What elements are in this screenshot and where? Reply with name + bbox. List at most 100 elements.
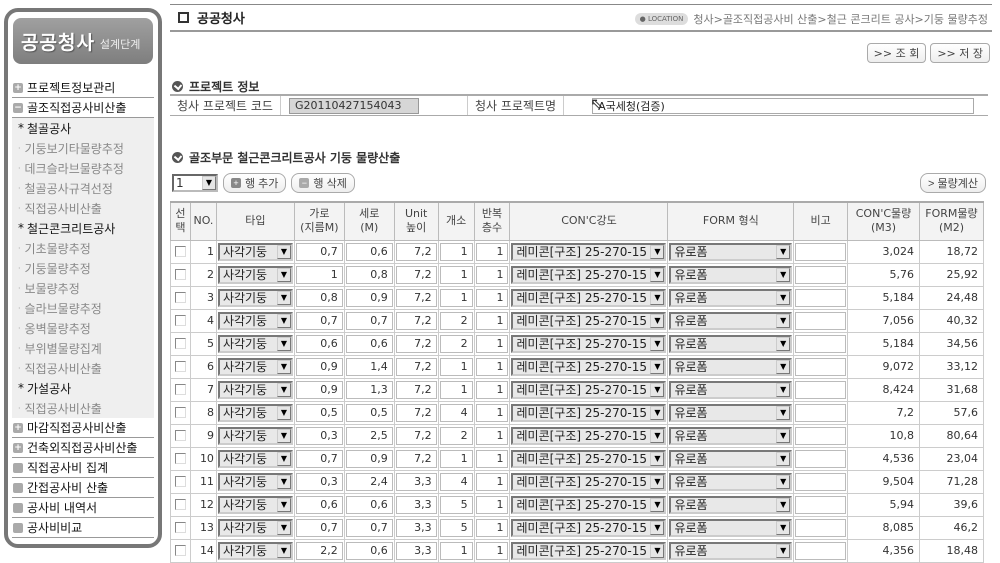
note-input[interactable]	[795, 357, 847, 376]
count-input[interactable]: 1	[439, 288, 473, 307]
form-type-select[interactable]: 유로폼 ▼	[669, 265, 793, 284]
floors-input[interactable]: 1	[475, 380, 509, 399]
floors-input[interactable]: 1	[475, 403, 509, 422]
unit-height-input[interactable]: 3,3	[395, 495, 437, 514]
width-input[interactable]: 1	[295, 265, 343, 284]
width-input[interactable]: 0,7	[295, 518, 343, 537]
form-type-select[interactable]: 유로폼 ▼	[669, 311, 793, 330]
form-type-select[interactable]: 유로폼 ▼	[669, 541, 793, 560]
width-input[interactable]: 0,7	[295, 242, 343, 261]
floors-input[interactable]: 1	[475, 449, 509, 468]
note-input[interactable]	[795, 380, 847, 399]
note-input[interactable]	[795, 426, 847, 445]
note-input[interactable]	[795, 518, 847, 537]
count-input[interactable]: 1	[439, 265, 473, 284]
form-type-select[interactable]: 유로폼 ▼	[669, 472, 793, 491]
form-type-select[interactable]: 유로폼 ▼	[669, 334, 793, 353]
count-input[interactable]: 4	[439, 472, 473, 491]
depth-input[interactable]: 0,5	[345, 403, 393, 422]
floors-input[interactable]: 1	[475, 495, 509, 514]
submenu-group[interactable]: * 철근콘크리트공사	[12, 218, 154, 238]
type-select[interactable]: 사각기둥 ▼	[217, 472, 293, 491]
row-checkbox[interactable]	[174, 338, 186, 349]
sidebar-item[interactable]: 공사비 내역서	[12, 498, 154, 518]
concrete-strength-select[interactable]: 레미콘[구조] 25-270-15 ▼	[511, 403, 667, 422]
count-input[interactable]: 2	[439, 426, 473, 445]
depth-input[interactable]: 0,6	[345, 334, 393, 353]
row-checkbox[interactable]	[174, 384, 186, 395]
note-input[interactable]	[795, 265, 847, 284]
submenu-group[interactable]: * 철골공사	[12, 118, 154, 138]
unit-height-input[interactable]: 7,2	[395, 311, 437, 330]
count-input[interactable]: 1	[439, 449, 473, 468]
unit-height-input[interactable]: 7,2	[395, 380, 437, 399]
floors-input[interactable]: 1	[475, 334, 509, 353]
submenu-item[interactable]: · 기둥물량추정	[12, 258, 154, 278]
sidebar-item[interactable]: + 마감직접공사비산출	[12, 418, 154, 438]
width-input[interactable]: 0,6	[295, 334, 343, 353]
form-type-select[interactable]: 유로폼 ▼	[669, 495, 793, 514]
floors-input[interactable]: 1	[475, 265, 509, 284]
row-checkbox[interactable]	[174, 315, 186, 326]
count-input[interactable]: 2	[439, 334, 473, 353]
submenu-item[interactable]: · 보물량추정	[12, 278, 154, 298]
floors-input[interactable]: 1	[475, 288, 509, 307]
concrete-strength-select[interactable]: 레미콘[구조] 25-270-15 ▼	[511, 426, 667, 445]
form-type-select[interactable]: 유로폼 ▼	[669, 357, 793, 376]
note-input[interactable]	[795, 311, 847, 330]
floors-input[interactable]: 1	[475, 541, 509, 560]
sidebar-item[interactable]: + 건축외직접공사비산출	[12, 438, 154, 458]
floors-input[interactable]: 1	[475, 518, 509, 537]
submenu-item[interactable]: · 데크슬라브물량추정	[12, 158, 154, 178]
type-select[interactable]: 사각기둥 ▼	[217, 541, 293, 560]
unit-height-input[interactable]: 7,2	[395, 334, 437, 353]
submenu-item[interactable]: · 부위별물량집계	[12, 338, 154, 358]
concrete-strength-select[interactable]: 레미콘[구조] 25-270-15 ▼	[511, 518, 667, 537]
count-input[interactable]: 1	[439, 357, 473, 376]
concrete-strength-select[interactable]: 레미콘[구조] 25-270-15 ▼	[511, 380, 667, 399]
concrete-strength-select[interactable]: 레미콘[구조] 25-270-15 ▼	[511, 265, 667, 284]
type-select[interactable]: 사각기둥 ▼	[217, 426, 293, 445]
depth-input[interactable]: 0,8	[345, 265, 393, 284]
submenu-item[interactable]: · 직접공사비산출	[12, 198, 154, 218]
count-input[interactable]: 1	[439, 541, 473, 560]
unit-height-input[interactable]: 7,2	[395, 288, 437, 307]
type-select[interactable]: 사각기둥 ▼	[217, 357, 293, 376]
unit-height-input[interactable]: 7,2	[395, 265, 437, 284]
row-checkbox[interactable]	[174, 246, 186, 257]
type-select[interactable]: 사각기둥 ▼	[217, 265, 293, 284]
concrete-strength-select[interactable]: 레미콘[구조] 25-270-15 ▼	[511, 472, 667, 491]
submenu-item[interactable]: · 직접공사비산출	[12, 358, 154, 378]
depth-input[interactable]: 1,4	[345, 357, 393, 376]
type-select[interactable]: 사각기둥 ▼	[217, 334, 293, 353]
depth-input[interactable]: 0,6	[345, 242, 393, 261]
count-input[interactable]: 4	[439, 403, 473, 422]
row-checkbox[interactable]	[174, 269, 186, 280]
unit-height-input[interactable]: 3,3	[395, 518, 437, 537]
count-input[interactable]: 5	[439, 495, 473, 514]
count-input[interactable]: 1	[439, 380, 473, 399]
row-count-select[interactable]: 1 ▼	[172, 174, 218, 192]
unit-height-input[interactable]: 7,2	[395, 403, 437, 422]
row-checkbox[interactable]	[174, 361, 186, 372]
row-checkbox[interactable]	[174, 476, 186, 487]
submenu-item[interactable]: · 옹벽물량추정	[12, 318, 154, 338]
row-checkbox[interactable]	[174, 522, 186, 533]
depth-input[interactable]: 0,7	[345, 518, 393, 537]
form-type-select[interactable]: 유로폼 ▼	[669, 242, 793, 261]
depth-input[interactable]: 2,4	[345, 472, 393, 491]
form-type-select[interactable]: 유로폼 ▼	[669, 288, 793, 307]
floors-input[interactable]: 1	[475, 242, 509, 261]
type-select[interactable]: 사각기둥 ▼	[217, 449, 293, 468]
depth-input[interactable]: 0,9	[345, 449, 393, 468]
row-checkbox[interactable]	[174, 453, 186, 464]
concrete-strength-select[interactable]: 레미콘[구조] 25-270-15 ▼	[511, 541, 667, 560]
note-input[interactable]	[795, 472, 847, 491]
calculate-quantity-button[interactable]: > 물량계산	[920, 173, 986, 193]
type-select[interactable]: 사각기둥 ▼	[217, 288, 293, 307]
concrete-strength-select[interactable]: 레미콘[구조] 25-270-15 ▼	[511, 449, 667, 468]
submenu-item[interactable]: · 슬라브물량추정	[12, 298, 154, 318]
save-button[interactable]: >> 저 장	[930, 43, 990, 63]
unit-height-input[interactable]: 3,3	[395, 541, 437, 560]
width-input[interactable]: 0,9	[295, 380, 343, 399]
